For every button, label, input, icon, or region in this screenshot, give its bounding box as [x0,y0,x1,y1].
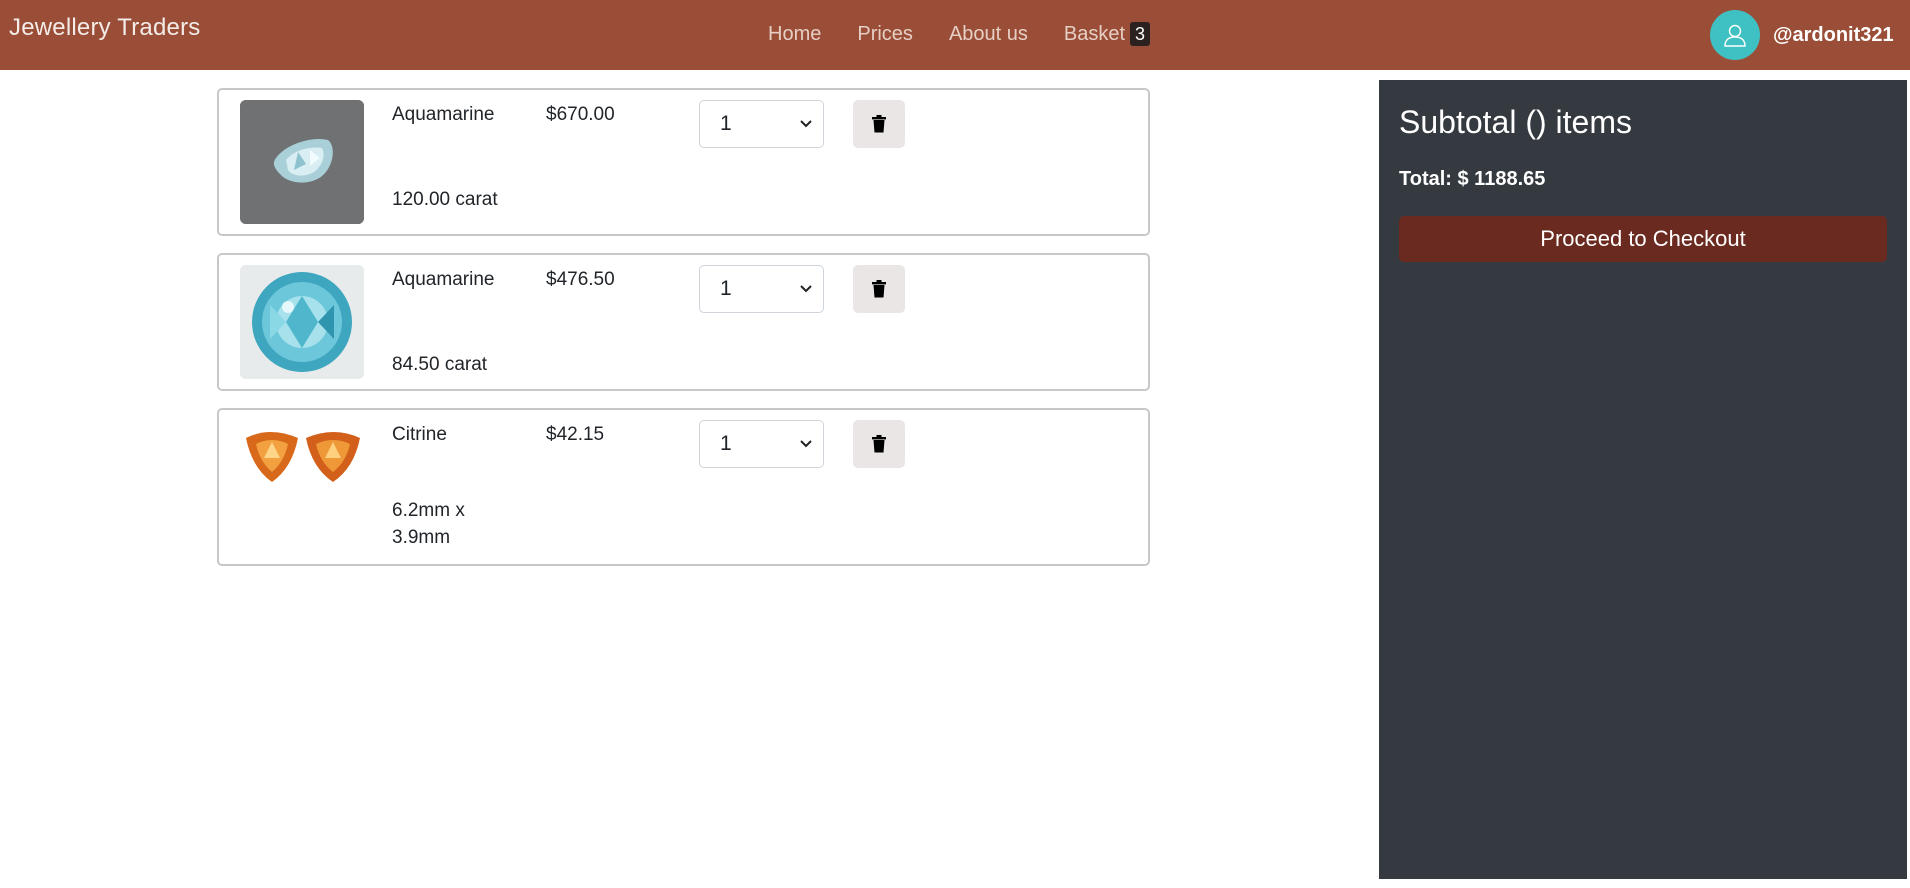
delete-item-button[interactable] [853,100,905,148]
product-size: 120.00 carat [392,189,498,210]
product-name: Citrine [392,424,447,445]
nav-home-link[interactable]: Home [768,22,821,46]
top-navbar: Jewellery Traders Home Prices About us B… [0,0,1910,70]
citrine-trillion-pair-image [240,420,364,490]
nav-about-link[interactable]: About us [949,22,1028,46]
user-icon [1724,24,1746,47]
user-avatar[interactable] [1710,10,1760,60]
subtotal-heading: Subtotal () items [1399,104,1632,140]
product-price: $42.15 [546,424,605,445]
main-nav: Home Prices About us Basket 3 [768,22,1151,46]
quantity-select[interactable]: 1 [699,100,824,148]
delete-item-button[interactable] [853,420,905,468]
chevron-down-icon [800,285,812,293]
trash-icon [872,115,886,133]
cart-item: Aquamarine $476.50 84.50 carat 1 [217,253,1150,391]
delete-item-button[interactable] [853,265,905,313]
product-image [240,420,364,490]
product-name: Aquamarine [392,104,495,125]
quantity-value: 1 [720,277,732,300]
quantity-value: 1 [720,432,732,455]
product-image [240,265,364,379]
product-size: 84.50 carat [392,354,488,375]
chevron-down-icon [800,440,812,448]
order-summary-panel: Subtotal () items Total: $ 1188.65 Proce… [1379,80,1907,879]
product-image [240,100,364,224]
chevron-down-icon [800,120,812,128]
proceed-to-checkout-button[interactable]: Proceed to Checkout [1399,216,1887,262]
order-total: Total: $ 1188.65 [1399,168,1546,190]
quantity-value: 1 [720,112,732,135]
nav-prices-link[interactable]: Prices [857,22,913,46]
product-price: $476.50 [546,269,615,290]
trash-icon [872,280,886,298]
aquamarine-round-gem-image [240,265,364,379]
product-size: 6.2mm x 3.9mm [392,500,465,548]
quantity-select[interactable]: 1 [699,420,824,468]
username-link[interactable]: @ardonit321 [1773,24,1894,47]
basket-count-badge: 3 [1130,22,1151,46]
brand-logo-text[interactable]: Jewellery Traders [9,14,200,42]
cart-item: Citrine $42.15 6.2mm x 3.9mm 1 [217,408,1150,566]
nav-basket-link[interactable]: Basket 3 [1063,22,1151,46]
quantity-select[interactable]: 1 [699,265,824,313]
product-name: Aquamarine [392,269,495,290]
cart-item: Aquamarine $670.00 120.00 carat 1 [217,88,1150,236]
product-price: $670.00 [546,104,615,125]
nav-basket-label: Basket [1063,22,1126,45]
aquamarine-pear-gem-image [240,100,364,224]
trash-icon [872,435,886,453]
